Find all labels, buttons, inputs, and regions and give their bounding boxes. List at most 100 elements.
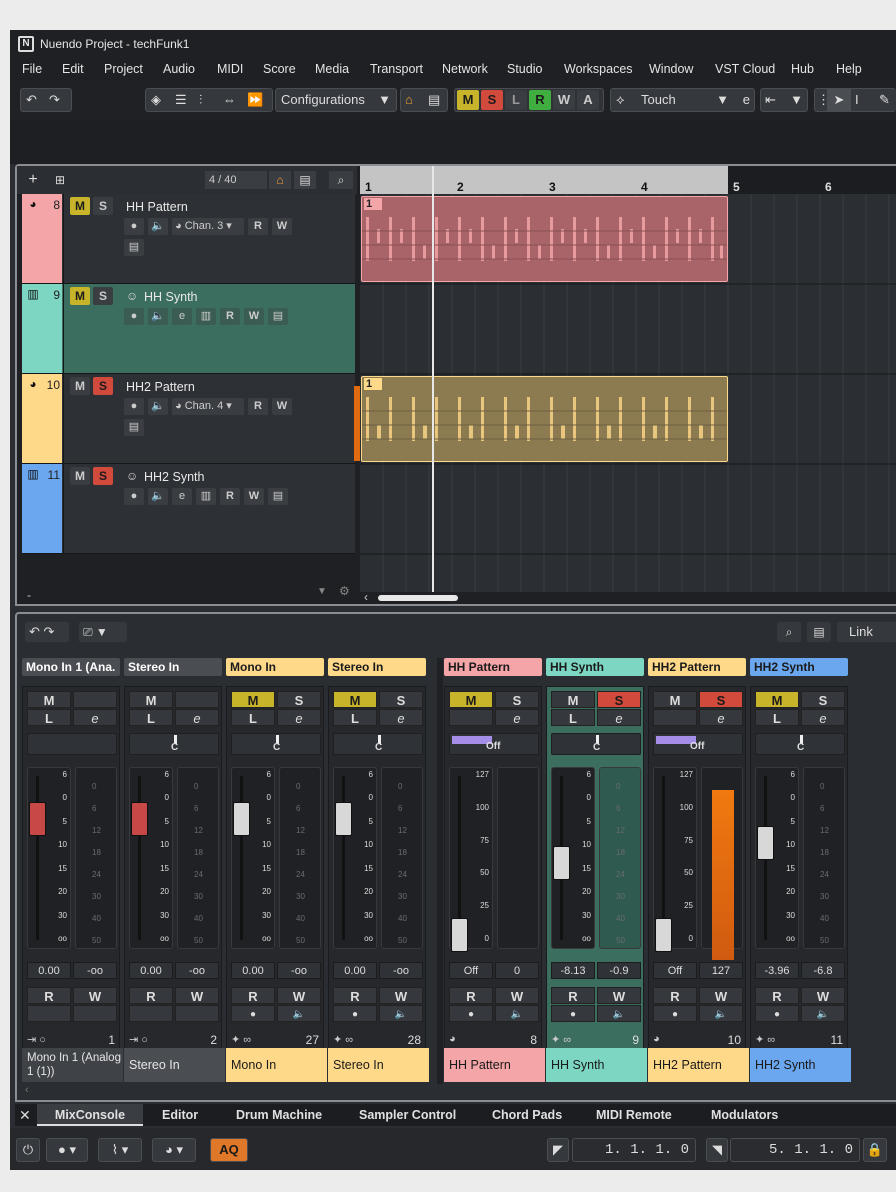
write-automation-button[interactable]: W <box>801 987 845 1004</box>
volume-value[interactable]: 0.00 <box>27 962 71 979</box>
pan-control[interactable]: C <box>231 733 321 755</box>
peak-value[interactable]: -oo <box>277 962 321 979</box>
listen-button[interactable] <box>449 709 493 726</box>
midi-channel-dropdown[interactable]: ◕ Chan. 4 ▾ <box>172 398 244 415</box>
edit-e-icon[interactable]: e <box>743 89 750 111</box>
record-enable-icon[interactable]: ● <box>231 1005 275 1022</box>
volume-value[interactable]: 0.00 <box>129 962 173 979</box>
menu-network[interactable]: Network <box>442 58 488 80</box>
mute-button[interactable]: M <box>27 691 71 708</box>
write-automation-button[interactable]: W <box>495 987 539 1004</box>
solo-button[interactable]: S <box>495 691 539 708</box>
mute-button[interactable]: M <box>231 691 275 708</box>
home-icon[interactable]: ⌂ <box>405 89 413 111</box>
add-track-icon[interactable]: + <box>23 171 43 189</box>
channel-header[interactable]: Stereo In <box>328 658 426 676</box>
fader-handle[interactable] <box>553 846 570 880</box>
volume-fader-track[interactable]: 127 100 75 50 25 0 <box>449 767 493 952</box>
read-automation-button[interactable]: R <box>551 987 595 1004</box>
automation-mode-button[interactable]: A <box>577 90 599 110</box>
mute-button[interactable]: M <box>70 467 90 485</box>
horizontal-scrollbar[interactable]: ‹ <box>360 590 896 604</box>
keyboard-icon[interactable]: ▥ <box>196 488 216 505</box>
solo-button[interactable] <box>73 691 117 708</box>
fader-handle[interactable] <box>451 918 468 952</box>
scroll-left-icon[interactable]: ‹ <box>25 1084 29 1096</box>
menu-midi[interactable]: MIDI <box>217 58 243 80</box>
edit-channel-button[interactable]: e <box>175 709 219 726</box>
configurations-dropdown[interactable]: Configurations ▼ <box>275 88 397 112</box>
peak-value[interactable]: -6.8 <box>801 962 845 979</box>
channel-name-plate[interactable]: Mono In <box>226 1048 327 1082</box>
monitor-icon[interactable]: 🔈 <box>277 1005 321 1022</box>
pointer-icon[interactable]: ➤ <box>827 89 851 111</box>
menu-edit[interactable]: Edit <box>62 58 84 80</box>
gear-icon[interactable]: ⚙ <box>339 584 350 598</box>
read-automation-button[interactable]: R <box>248 218 268 235</box>
constrain-delay-icon[interactable]: ◈ <box>151 89 161 111</box>
channel-name-plate[interactable]: HH Synth <box>546 1048 647 1082</box>
solo-button[interactable]: S <box>379 691 423 708</box>
write-automation-button[interactable]: W <box>175 987 219 1004</box>
automation-mode-dropdown[interactable]: ⟡ Touch ▼ e <box>610 88 755 112</box>
write-automation-button[interactable]: W <box>272 218 292 235</box>
listen-button[interactable]: L <box>333 709 377 726</box>
volume-fader-track[interactable]: 6 0 5 10 15 20 30 oo <box>231 767 275 949</box>
lane-icon[interactable]: ☰ <box>175 89 187 111</box>
volume-fader-track[interactable]: 6 0 5 10 15 20 30 oo <box>551 767 595 949</box>
fast-forward-icon[interactable]: ⏩ <box>247 89 263 111</box>
volume-fader-track[interactable]: 6 0 5 10 15 20 30 oo <box>27 767 71 949</box>
read-mode-button[interactable]: R <box>529 90 551 110</box>
track-hh-synth[interactable]: ▥ 9 M S ☺ HH Synth ● 🔈 e ▥ R W ▤ <box>22 284 355 374</box>
peak-value[interactable]: 127 <box>699 962 743 979</box>
write-mode-button[interactable]: W <box>553 90 575 110</box>
mixer-scroll-area[interactable]: ‹ <box>17 1084 896 1100</box>
read-automation-button[interactable]: R <box>333 987 377 1004</box>
mute-button[interactable]: M <box>449 691 493 708</box>
monitor-icon[interactable]: 🔈 <box>801 1005 845 1022</box>
track-hh2-synth[interactable]: ▥ 11 M S ☺ HH2 Synth ● 🔈 e ▥ R W ▤ <box>22 464 355 554</box>
monitor-icon[interactable]: 🔈 <box>379 1005 423 1022</box>
record-enable-icon[interactable]: ● <box>124 308 144 325</box>
snap-tool-dropdown[interactable]: ⇤ ▼ <box>760 88 808 112</box>
edit-channel-button[interactable]: e <box>699 709 743 726</box>
solo-button[interactable]: S <box>93 287 113 305</box>
search-icon[interactable]: ⌕ <box>329 171 353 189</box>
channel-name-plate[interactable]: Mono In 1 (Analog 1 (1)) <box>22 1048 123 1082</box>
write-automation-button[interactable]: W <box>272 398 292 415</box>
edit-channel-button[interactable]: e <box>379 709 423 726</box>
solo-button[interactable]: S <box>699 691 743 708</box>
fader-icon[interactable]: ⫶ <box>199 89 202 111</box>
undo-icon[interactable]: ↶ ↷ <box>25 622 69 642</box>
solo-button[interactable]: S <box>597 691 641 708</box>
volume-value[interactable]: Off <box>449 962 493 979</box>
track-name[interactable]: HH2 Synth <box>144 470 204 484</box>
menu-project[interactable]: Project <box>104 58 143 80</box>
record-mode-dropdown[interactable]: ● ▾ <box>46 1138 88 1162</box>
add-folder-icon[interactable]: ⊞ <box>49 171 71 189</box>
left-locator-icon[interactable]: ◤ <box>547 1138 569 1162</box>
channel-header[interactable]: HH Synth <box>546 658 644 676</box>
mute-mode-button[interactable]: M <box>457 90 479 110</box>
read-automation-button[interactable]: R <box>231 987 275 1004</box>
read-automation-button[interactable]: R <box>220 308 240 325</box>
listen-mode-button[interactable]: L <box>505 90 527 110</box>
mute-button[interactable]: M <box>129 691 173 708</box>
monitor-icon[interactable] <box>73 1005 117 1022</box>
menu-window[interactable]: Window <box>649 58 693 80</box>
mute-button[interactable]: M <box>70 377 90 395</box>
volume-value[interactable]: -8.13 <box>551 962 595 979</box>
edit-instrument-icon[interactable]: e <box>172 308 192 325</box>
edit-channel-button[interactable]: e <box>73 709 117 726</box>
pan-control[interactable]: C <box>755 733 845 755</box>
peak-value[interactable]: -oo <box>73 962 117 979</box>
menu-media[interactable]: Media <box>315 58 349 80</box>
fader-handle[interactable] <box>233 802 250 836</box>
read-automation-button[interactable]: R <box>220 488 240 505</box>
pan-control[interactable]: C <box>129 733 219 755</box>
monitor-icon[interactable]: 🔈 <box>148 308 168 325</box>
solo-button[interactable]: S <box>93 197 113 215</box>
fader-handle[interactable] <box>655 918 672 952</box>
tab-drum-machine[interactable]: Drum Machine <box>236 1104 322 1126</box>
aq-button[interactable]: AQ <box>210 1138 248 1162</box>
